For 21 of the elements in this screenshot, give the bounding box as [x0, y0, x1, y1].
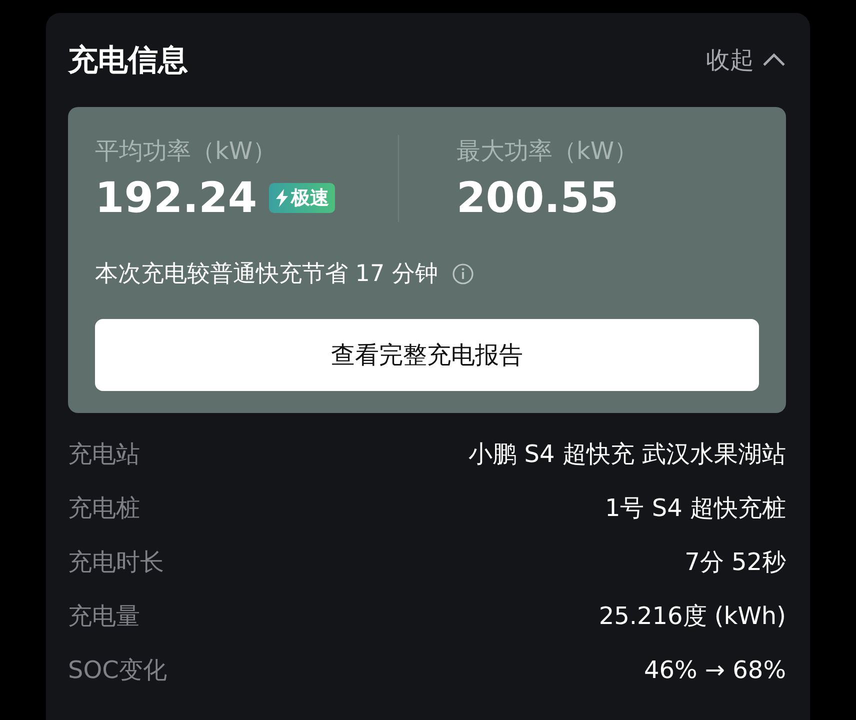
speed-badge: 极速 — [269, 182, 336, 212]
section-title: 充电信息 — [68, 42, 188, 80]
detail-value: 46% → 68% — [644, 656, 786, 684]
stat-value: 192.24 — [95, 173, 258, 222]
detail-label: 充电站 — [68, 439, 140, 470]
detail-label: 充电桩 — [68, 493, 140, 524]
info-icon[interactable] — [452, 262, 474, 284]
detail-label: SOC变化 — [68, 655, 167, 686]
detail-value: 小鹏 S4 超快充 武汉水果湖站 — [468, 439, 786, 470]
detail-value: 1号 S4 超快充桩 — [604, 493, 786, 524]
chevron-up-icon — [762, 53, 786, 67]
detail-label: 充电量 — [68, 601, 140, 632]
savings-note: 本次充电较普通快充节省 17 分钟 — [95, 260, 438, 289]
stat-label: 平均功率（kW） — [95, 136, 277, 167]
detail-value: 7分 52秒 — [684, 547, 786, 578]
report-button[interactable]: 查看完整充电报告 — [95, 319, 759, 391]
detail-value: 25.216度 (kWh) — [598, 601, 786, 632]
detail-label: 充电时长 — [68, 547, 164, 578]
stat-label: 最大功率（kW） — [456, 136, 638, 167]
collapse-button[interactable]: 收起 — [706, 44, 786, 76]
stat-value: 200.55 — [456, 173, 619, 222]
